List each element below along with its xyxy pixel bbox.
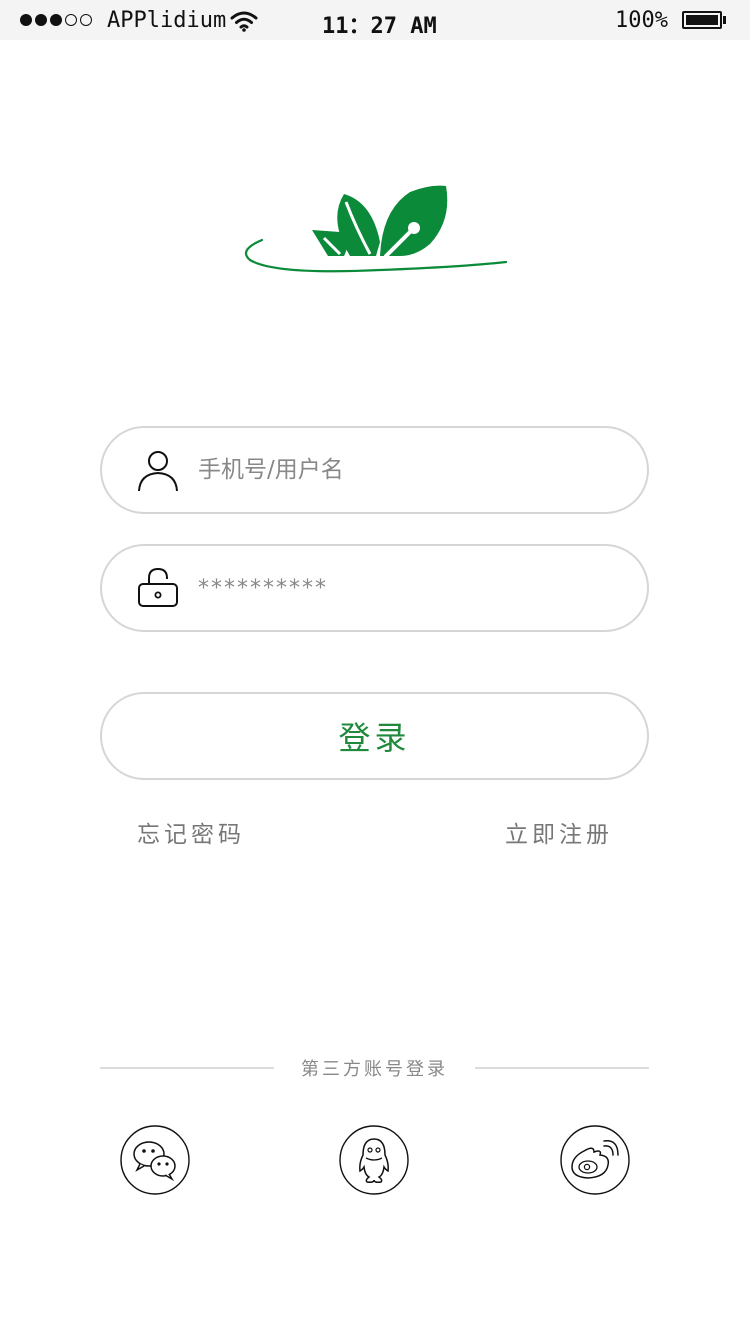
- forgot-password-link[interactable]: 忘记密码: [137, 815, 245, 849]
- status-time: 11：27 AM: [322, 14, 437, 39]
- wifi-icon: [230, 11, 258, 32]
- battery-percentage: 100%: [615, 8, 668, 33]
- divider-right: [475, 1067, 649, 1069]
- qq-icon[interactable]: [339, 1125, 409, 1195]
- login-screen: APPlidium 11：27 AM 100% 手机号/用户名 登录 忘记密码 …: [0, 0, 750, 1334]
- weibo-icon[interactable]: [560, 1125, 630, 1195]
- battery-tip: [723, 16, 726, 24]
- password-field[interactable]: [100, 544, 649, 632]
- lock-icon: [138, 567, 178, 607]
- signal-strength-icon: [20, 14, 92, 26]
- password-input[interactable]: [198, 566, 618, 610]
- login-button[interactable]: 登录: [100, 692, 649, 780]
- register-link[interactable]: 立即注册: [505, 815, 613, 849]
- username-field[interactable]: [100, 426, 649, 514]
- divider-left: [100, 1067, 274, 1069]
- battery-icon: [682, 11, 722, 29]
- sprout-leaves-logo: [244, 185, 508, 273]
- username-input[interactable]: [198, 448, 618, 492]
- wechat-icon[interactable]: [120, 1125, 190, 1195]
- status-bar: APPlidium 11：27 AM 100%: [0, 0, 750, 40]
- carrier-name: APPlidium: [107, 8, 227, 33]
- third-party-login-title: 第三方账号登录: [301, 1059, 448, 1080]
- user-icon: [138, 451, 178, 492]
